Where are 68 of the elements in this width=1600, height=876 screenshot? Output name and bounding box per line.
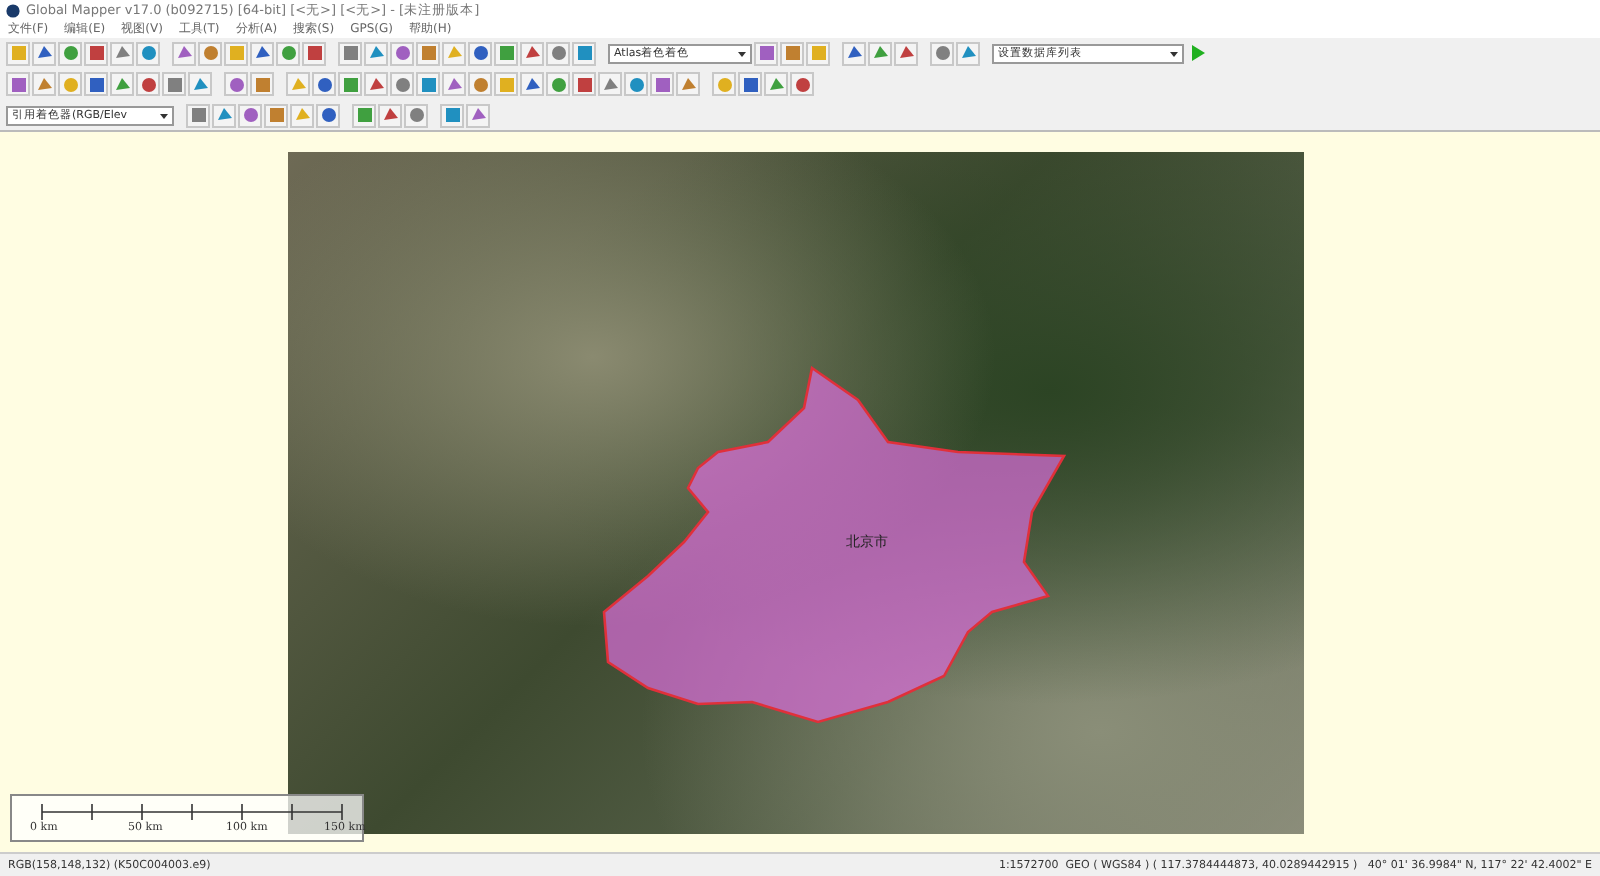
toolbar-button[interactable] xyxy=(302,41,326,65)
toolbar-button[interactable] xyxy=(312,72,336,96)
toolbar-button[interactable] xyxy=(224,72,248,96)
toolbar-button[interactable] xyxy=(494,41,518,65)
toolbar-button[interactable] xyxy=(520,41,544,65)
toolbar-button[interactable] xyxy=(442,72,466,96)
toolbar-button[interactable] xyxy=(84,72,108,96)
toolbar-button[interactable] xyxy=(110,72,134,96)
toolbar-button[interactable] xyxy=(764,72,788,96)
toolbar-button[interactable] xyxy=(956,41,980,65)
caret-icon xyxy=(158,109,170,121)
toolbar-button[interactable] xyxy=(32,41,56,65)
toolbar-button[interactable] xyxy=(404,103,428,127)
toolbar-button[interactable] xyxy=(780,41,804,65)
toolbar-button[interactable] xyxy=(650,72,674,96)
toolbar-button[interactable] xyxy=(572,72,596,96)
toolbar-button[interactable] xyxy=(186,103,210,127)
toolbar-button[interactable] xyxy=(868,41,892,65)
toolbar-button[interactable] xyxy=(276,41,300,65)
toolbar-button[interactable] xyxy=(390,41,414,65)
play-icon xyxy=(1190,44,1206,62)
run-button[interactable] xyxy=(1186,41,1210,65)
toolbar-button[interactable] xyxy=(264,103,288,127)
toolbar-button[interactable] xyxy=(440,103,464,127)
toolbar-button[interactable] xyxy=(338,72,362,96)
toolbar-button[interactable] xyxy=(110,41,134,65)
toolbar-button[interactable] xyxy=(238,103,262,127)
toolbar-button[interactable] xyxy=(250,72,274,96)
toolbar-button[interactable] xyxy=(316,103,340,127)
toolbar-button[interactable] xyxy=(172,41,196,65)
toolbar-button[interactable] xyxy=(338,41,362,65)
toolbar-button[interactable] xyxy=(162,72,186,96)
toolbar-button[interactable] xyxy=(466,103,490,127)
toolbar-button[interactable] xyxy=(136,72,160,96)
toolbar-button[interactable] xyxy=(364,41,388,65)
toolbar-button[interactable] xyxy=(212,103,236,127)
toolbar-button[interactable] xyxy=(6,72,30,96)
toolbar-button[interactable] xyxy=(364,72,388,96)
caret-icon xyxy=(736,47,748,59)
toolbar-button[interactable] xyxy=(930,41,954,65)
toolbar-button[interactable] xyxy=(32,72,56,96)
toolbar-button[interactable] xyxy=(676,72,700,96)
toolbar-button[interactable] xyxy=(84,41,108,65)
toolbar-button[interactable] xyxy=(468,72,492,96)
toolbar-button[interactable] xyxy=(188,72,212,96)
toolbar-button[interactable] xyxy=(390,72,414,96)
toolbar-button[interactable] xyxy=(894,41,918,65)
toolbar-button[interactable] xyxy=(416,41,440,65)
toolbar-button[interactable] xyxy=(546,41,570,65)
caret-icon xyxy=(1168,47,1180,59)
toolbar-button[interactable] xyxy=(416,72,440,96)
toolbar-button[interactable] xyxy=(738,72,762,96)
toolbar-button[interactable] xyxy=(546,72,570,96)
toolbar-button[interactable] xyxy=(352,103,376,127)
toolbar-button[interactable] xyxy=(198,41,222,65)
toolbar-button[interactable] xyxy=(572,41,596,65)
toolbar-button[interactable] xyxy=(136,41,160,65)
globe-icon xyxy=(6,3,20,17)
toolbar-button[interactable] xyxy=(250,41,274,65)
toolbar-button[interactable] xyxy=(790,72,814,96)
toolbar-button[interactable] xyxy=(378,103,402,127)
toolbar-button[interactable] xyxy=(468,41,492,65)
toolbar-button[interactable] xyxy=(842,41,866,65)
toolbar-button[interactable] xyxy=(754,41,778,65)
toolbar-button[interactable] xyxy=(598,72,622,96)
toolbar-button[interactable] xyxy=(58,41,82,65)
toolbar-button[interactable] xyxy=(624,72,648,96)
toolbar-button[interactable] xyxy=(520,72,544,96)
